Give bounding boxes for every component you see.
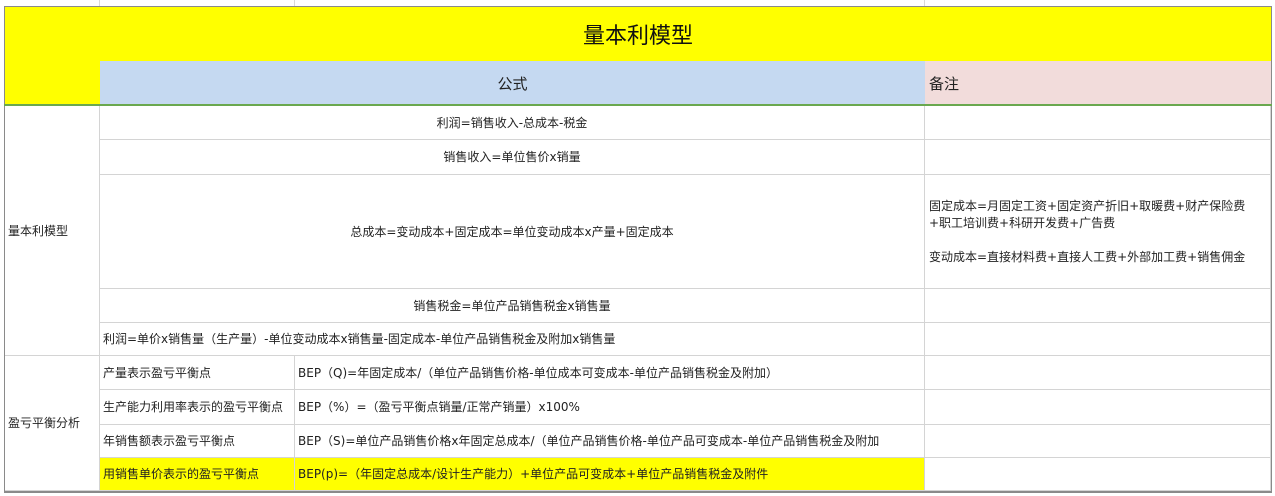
note-cell[interactable] (925, 458, 1271, 491)
header-formula-cell[interactable]: 公式 (100, 61, 925, 105)
bep-formula-cell[interactable]: BEP（S)=单位产品销售价格x年固定总成本/（单位产品销售价格-单位产品可变成… (295, 425, 925, 458)
note-cell[interactable] (925, 323, 1271, 356)
bep-formula-cell[interactable]: BEP（Q)=年固定成本/（单位产品销售价格-单位成本可变成本-单位产品销售税金… (295, 356, 925, 390)
formula-cell[interactable]: 利润=销售收入-总成本-税金 (100, 106, 925, 140)
table-border-bottom (4, 491, 1272, 493)
formula-cell[interactable]: 销售收入=单位售价x销量 (100, 140, 925, 175)
table-border-left (4, 106, 5, 492)
bep-formula-cell[interactable]: BEP（%）=（盈亏平衡点销量/正常产销量）x100% (295, 390, 925, 425)
bep-name-cell-highlight[interactable]: 用销售单价表示的盈亏平衡点 (100, 458, 295, 491)
note-fixed-cost: 固定成本=月固定工资+固定资产折旧+取暖费+财产保险费+职工培训费+科研开发费+… (929, 198, 1246, 230)
note-cell[interactable] (925, 140, 1271, 175)
header-note-cell[interactable]: 备注 (925, 61, 1272, 105)
note-variable-cost: 变动成本=直接材料费+直接人工费+外部加工费+销售佣金 (929, 249, 1246, 264)
note-cell-cost[interactable]: 固定成本=月固定工资+固定资产折旧+取暖费+财产保险费+职工培训费+科研开发费+… (925, 175, 1271, 289)
bep-name-cell[interactable]: 生产能力利用率表示的盈亏平衡点 (100, 390, 295, 425)
note-cell[interactable] (925, 390, 1271, 425)
note-cell[interactable] (925, 289, 1271, 323)
formula-cell[interactable]: 销售税金=单位产品销售税金x销售量 (100, 289, 925, 323)
bep-name-cell[interactable]: 产量表示盈亏平衡点 (100, 356, 295, 390)
note-cell[interactable] (925, 106, 1271, 140)
formula-cell[interactable]: 利润=单价x销售量（生产量）-单位变动成本x销售量-固定成本-单位产品销售税金及… (100, 323, 925, 356)
bep-name-cell[interactable]: 年销售额表示盈亏平衡点 (100, 425, 295, 458)
section-label-cvp[interactable]: 量本利模型 (5, 106, 100, 356)
section-label-breakeven[interactable]: 盈亏平衡分析 (5, 356, 100, 491)
sheet-title[interactable]: 量本利模型 (4, 6, 1272, 61)
header-blank-cell[interactable] (4, 61, 100, 105)
bep-formula-cell-highlight[interactable]: BEP(p)=（年固定总成本/设计生产能力）+单位产品可变成本+单位产品销售税金… (295, 458, 925, 491)
table-border-right (1271, 106, 1272, 492)
note-cell[interactable] (925, 356, 1271, 390)
note-cell[interactable] (925, 425, 1271, 458)
formula-cell[interactable]: 总成本=变动成本+固定成本=单位变动成本x产量+固定成本 (100, 175, 925, 289)
